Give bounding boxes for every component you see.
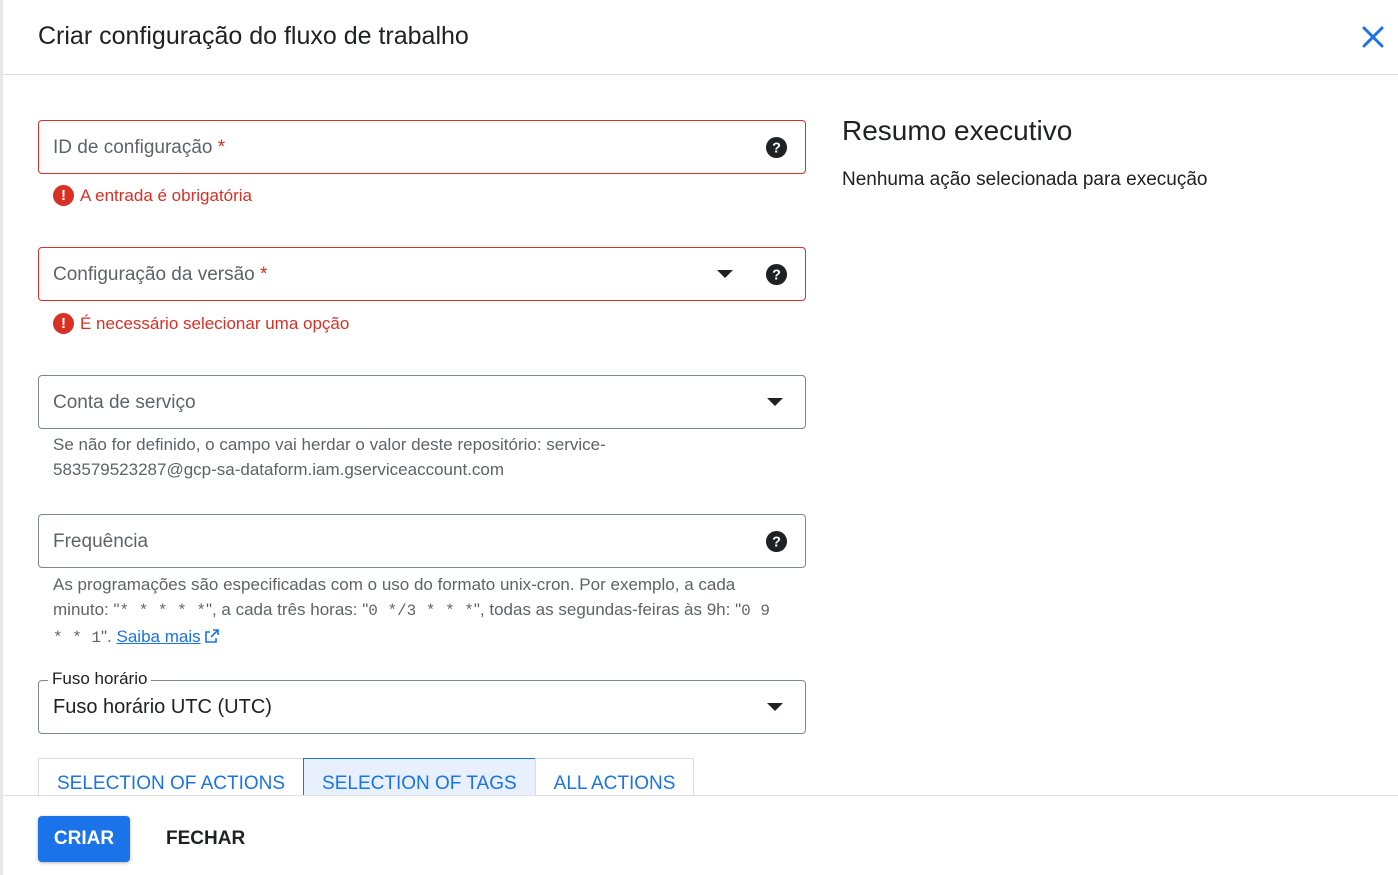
version-config-error: ! É necessário selecionar uma opção [53,313,349,334]
close-dialog-button[interactable]: FECHAR [147,816,264,862]
tab-all-actions[interactable]: ALL ACTIONS [534,758,695,798]
create-button[interactable]: CRIAR [38,816,130,862]
frequency-hint: As programações são especificadas com o … [53,575,780,647]
timezone-value: Fuso horário UTC (UTC) [53,696,272,718]
cron-example: 0 */3 * * * [368,602,474,620]
help-icon[interactable]: ? [765,263,788,286]
dropdown-arrow-icon [717,270,733,278]
timezone-label: Fuso horário [48,669,152,689]
tab-selection-of-actions[interactable]: SELECTION OF ACTIONS [38,758,305,798]
learn-more-link[interactable]: Saiba mais [117,627,220,646]
cron-example: * * * * * [119,602,206,620]
svg-text:?: ? [772,267,781,283]
dialog-title: Criar configuração do fluxo de trabalho [38,22,469,50]
close-button[interactable] [1356,20,1390,54]
version-config-select[interactable]: Configuração da versão * ? [38,247,806,301]
summary-title: Resumo executivo [842,115,1073,146]
external-link-icon [204,629,219,643]
close-icon [1362,26,1384,48]
service-account-hint: Se não for definido, o campo vai herdar … [53,435,606,479]
service-account-select[interactable]: Conta de serviço [38,375,806,429]
error-icon: ! [53,313,74,334]
config-id-error-text: A entrada é obrigatória [80,185,253,205]
help-icon[interactable]: ? [765,530,788,553]
error-icon: ! [53,185,74,206]
dialog-footer: CRIAR FECHAR [3,795,1398,875]
create-workflow-config-dialog: Criar configuração do fluxo de trabalho … [3,0,1398,875]
timezone-select[interactable]: Fuso horário Fuso horário UTC (UTC) [38,669,806,734]
service-account-label: Conta de serviço [53,392,196,413]
action-selection-tabs: SELECTION OF ACTIONS SELECTION OF TAGS A… [38,758,695,798]
frequency-input[interactable]: Frequência ? [38,514,806,568]
config-id-label: ID de configuração [53,137,213,158]
tab-selection-of-tags[interactable]: SELECTION OF TAGS [303,758,536,798]
config-id-error: ! A entrada é obrigatória [53,185,252,206]
required-marker: * [217,137,226,158]
svg-text:?: ? [772,534,781,550]
config-id-input[interactable]: ID de configuração * ? [38,120,806,174]
dropdown-arrow-icon [767,398,783,406]
help-icon[interactable]: ? [765,136,788,159]
frequency-label: Frequência [53,531,149,552]
dropdown-arrow-icon [767,703,783,711]
version-config-label: Configuração da versão [53,264,255,285]
required-marker: * [260,264,268,285]
svg-text:?: ? [772,140,781,156]
dialog-header: Criar configuração do fluxo de trabalho [3,0,1398,75]
summary-text: Nenhuma ação selecionada para execução [842,169,1208,190]
version-config-error-text: É necessário selecionar uma opção [80,313,350,333]
